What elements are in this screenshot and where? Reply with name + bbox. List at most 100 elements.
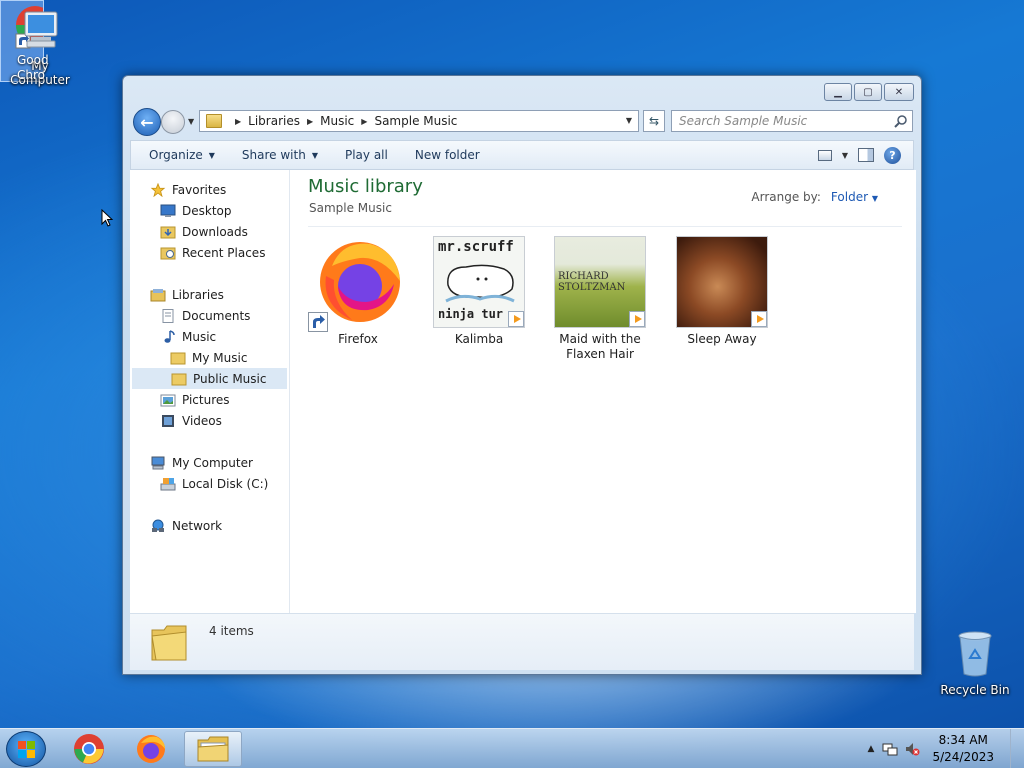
address-bar[interactable]: ▶ Libraries ▶ Music ▶ Sample Music ▼ (199, 110, 639, 132)
star-icon (150, 182, 166, 197)
breadcrumb-sample-music[interactable]: Sample Music (374, 114, 457, 128)
share-with-button[interactable]: Share with ▼ (224, 148, 327, 162)
media-play-badge-icon (751, 311, 767, 327)
change-view-icon[interactable] (817, 149, 832, 161)
nav-item-documents[interactable]: Documents (160, 305, 250, 326)
shortcut-arrow-icon (308, 312, 328, 332)
mouse-cursor-icon (101, 209, 114, 227)
maximize-button[interactable]: ▢ (854, 83, 882, 101)
nav-item-local-disk[interactable]: Local Disk (C:) (160, 473, 268, 494)
minimize-icon: ▁ (834, 86, 842, 98)
caption-buttons: ▁ ▢ ✕ (824, 83, 914, 101)
breadcrumb-libraries[interactable]: Libraries (248, 114, 300, 128)
album-art-sleep-away (676, 236, 768, 328)
arrange-by-label: Arrange by: (751, 190, 821, 204)
new-folder-button[interactable]: New folder (397, 148, 489, 162)
nav-label: Desktop (182, 203, 232, 218)
view-options-dropdown-icon[interactable]: ▼ (842, 151, 848, 160)
nav-item-videos[interactable]: Videos (160, 410, 222, 431)
nav-label: Recent Places (182, 245, 266, 260)
preview-pane-icon[interactable] (858, 148, 874, 162)
library-title: Music library (308, 176, 423, 197)
command-bar: Organize ▼ Share with ▼ Play all New folde… (130, 140, 914, 170)
help-icon[interactable]: ? (884, 146, 901, 164)
folder-icon (171, 373, 187, 385)
nav-label: Pictures (182, 392, 230, 407)
address-dropdown-icon[interactable]: ▼ (626, 116, 632, 125)
nav-item-pictures[interactable]: Pictures (160, 389, 230, 410)
play-all-button[interactable]: Play all (327, 148, 397, 162)
chevron-down-icon: ▼ (208, 150, 215, 160)
taskbar-firefox[interactable] (122, 731, 180, 767)
breadcrumb-separator-icon[interactable]: ▶ (235, 117, 241, 126)
close-button[interactable]: ✕ (884, 83, 914, 101)
taskbar-explorer[interactable] (184, 731, 242, 767)
taskbar-chrome[interactable] (60, 731, 118, 767)
nav-item-libraries[interactable]: Libraries (150, 284, 224, 305)
nav-item-public-music[interactable]: Public Music (132, 368, 287, 389)
forward-button[interactable] (161, 110, 185, 134)
nav-item-my-music[interactable]: My Music (170, 347, 247, 368)
start-button[interactable] (6, 731, 46, 767)
minimize-button[interactable]: ▁ (824, 83, 852, 101)
nav-item-my-computer[interactable]: My Computer (150, 452, 253, 473)
file-item-maid-with-the-flaxen-hair[interactable]: RICHARD STOLTZMAN Maid with the Flaxen H… (544, 236, 656, 362)
show-hidden-icons-icon[interactable]: ▲ (868, 744, 875, 754)
search-icon[interactable] (894, 114, 908, 128)
volume-muted-icon[interactable] (904, 741, 920, 757)
breadcrumb-separator-icon[interactable]: ▶ (361, 117, 367, 126)
explorer-window: ▁ ▢ ✕ ← ▼ ▶ Libraries ▶ Music ▶ Sample M… (122, 75, 922, 675)
nav-item-music[interactable]: Music (160, 326, 216, 347)
desktop-icon (160, 204, 176, 217)
nav-label: Libraries (172, 287, 224, 302)
search-placeholder: Search Sample Music (679, 114, 808, 128)
nav-item-network[interactable]: Network (150, 515, 222, 536)
play-all-label: Play all (344, 148, 388, 162)
album-art-text: mr.scruff (438, 239, 514, 255)
nav-label: Favorites (172, 182, 227, 197)
nav-label: My Computer (172, 455, 253, 470)
nav-item-desktop[interactable]: Desktop (160, 200, 232, 221)
nav-label: Downloads (182, 224, 248, 239)
album-art-text: ninja tur (438, 307, 504, 321)
media-play-badge-icon (629, 311, 645, 327)
computer-icon (151, 456, 165, 469)
nav-item-downloads[interactable]: Downloads (160, 221, 248, 242)
maximize-icon: ▢ (863, 86, 873, 98)
show-desktop-button[interactable] (1010, 729, 1024, 768)
breadcrumb-music[interactable]: Music (320, 114, 354, 128)
nav-item-recent-places[interactable]: Recent Places (160, 242, 265, 263)
network-icon (152, 519, 164, 532)
search-input[interactable]: Search Sample Music (671, 110, 913, 132)
recent-pages-dropdown[interactable]: ▼ (188, 117, 194, 126)
nav-label: My Music (192, 350, 248, 365)
file-item-kalimba[interactable]: mr.scruff ninja tur Kalimba (423, 236, 535, 347)
nav-label: Public Music (193, 371, 267, 386)
chevron-down-icon: ▼ (311, 150, 318, 160)
breadcrumb-separator-icon[interactable]: ▶ (307, 117, 313, 126)
organize-label: Organize (149, 148, 203, 162)
back-arrow-icon: ← (140, 112, 154, 132)
desktop-icon-recycle-bin[interactable]: Recycle Bin (935, 630, 1015, 697)
album-art-kalimba: mr.scruff ninja tur (433, 236, 525, 328)
folder-icon (197, 736, 229, 762)
organize-button[interactable]: Organize ▼ (131, 148, 224, 162)
clock[interactable]: 8:34 AM 5/24/2023 (932, 732, 994, 766)
refresh-button[interactable]: ⇆ (643, 110, 665, 132)
nav-item-favorites[interactable]: Favorites (150, 179, 226, 200)
file-item-firefox[interactable]: Firefox (302, 236, 414, 347)
arrange-by-dropdown[interactable]: Folder ▼ (831, 190, 878, 204)
computer-icon (0, 8, 80, 57)
file-item-sleep-away[interactable]: Sleep Away (666, 236, 778, 347)
album-art-maid: RICHARD STOLTZMAN (554, 236, 646, 328)
refresh-icon: ⇆ (648, 114, 660, 128)
nav-label: Local Disk (C:) (182, 476, 269, 491)
desktop-icon-label: Good Chro (17, 53, 49, 82)
nav-label: Music (182, 329, 217, 344)
pictures-icon (160, 394, 176, 406)
firefox-icon (137, 735, 165, 763)
network-status-icon[interactable] (882, 741, 898, 757)
view-controls: ▼ ? (817, 146, 913, 164)
folder-icon (170, 352, 186, 364)
back-button[interactable]: ← (133, 108, 161, 136)
